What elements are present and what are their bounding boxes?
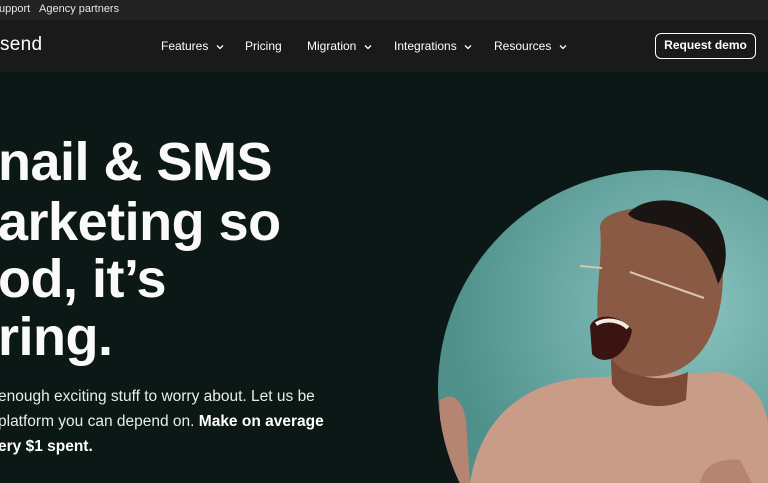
subtitle-line-3-bold: ery $1 spent. bbox=[0, 438, 93, 455]
headline-line-2: arketing so bbox=[0, 192, 281, 252]
headline-line-3: od, it’s bbox=[0, 249, 167, 309]
headline-line-1: nail & SMS bbox=[0, 132, 273, 192]
subtitle-line-1: enough exciting stuff to worry about. Le… bbox=[0, 388, 315, 406]
subtitle-line-2-text: platform you can depend on. bbox=[0, 413, 199, 430]
subtitle-line-2: platform you can depend on. Make on aver… bbox=[0, 413, 324, 431]
headline-line-4: ring. bbox=[0, 307, 113, 367]
subtitle-line-2-bold: Make on average bbox=[198, 413, 324, 430]
subtitle-line-3: ery $1 spent. bbox=[0, 438, 93, 456]
subtitle-line-1-text: enough exciting stuff to worry about. Le… bbox=[0, 388, 315, 405]
